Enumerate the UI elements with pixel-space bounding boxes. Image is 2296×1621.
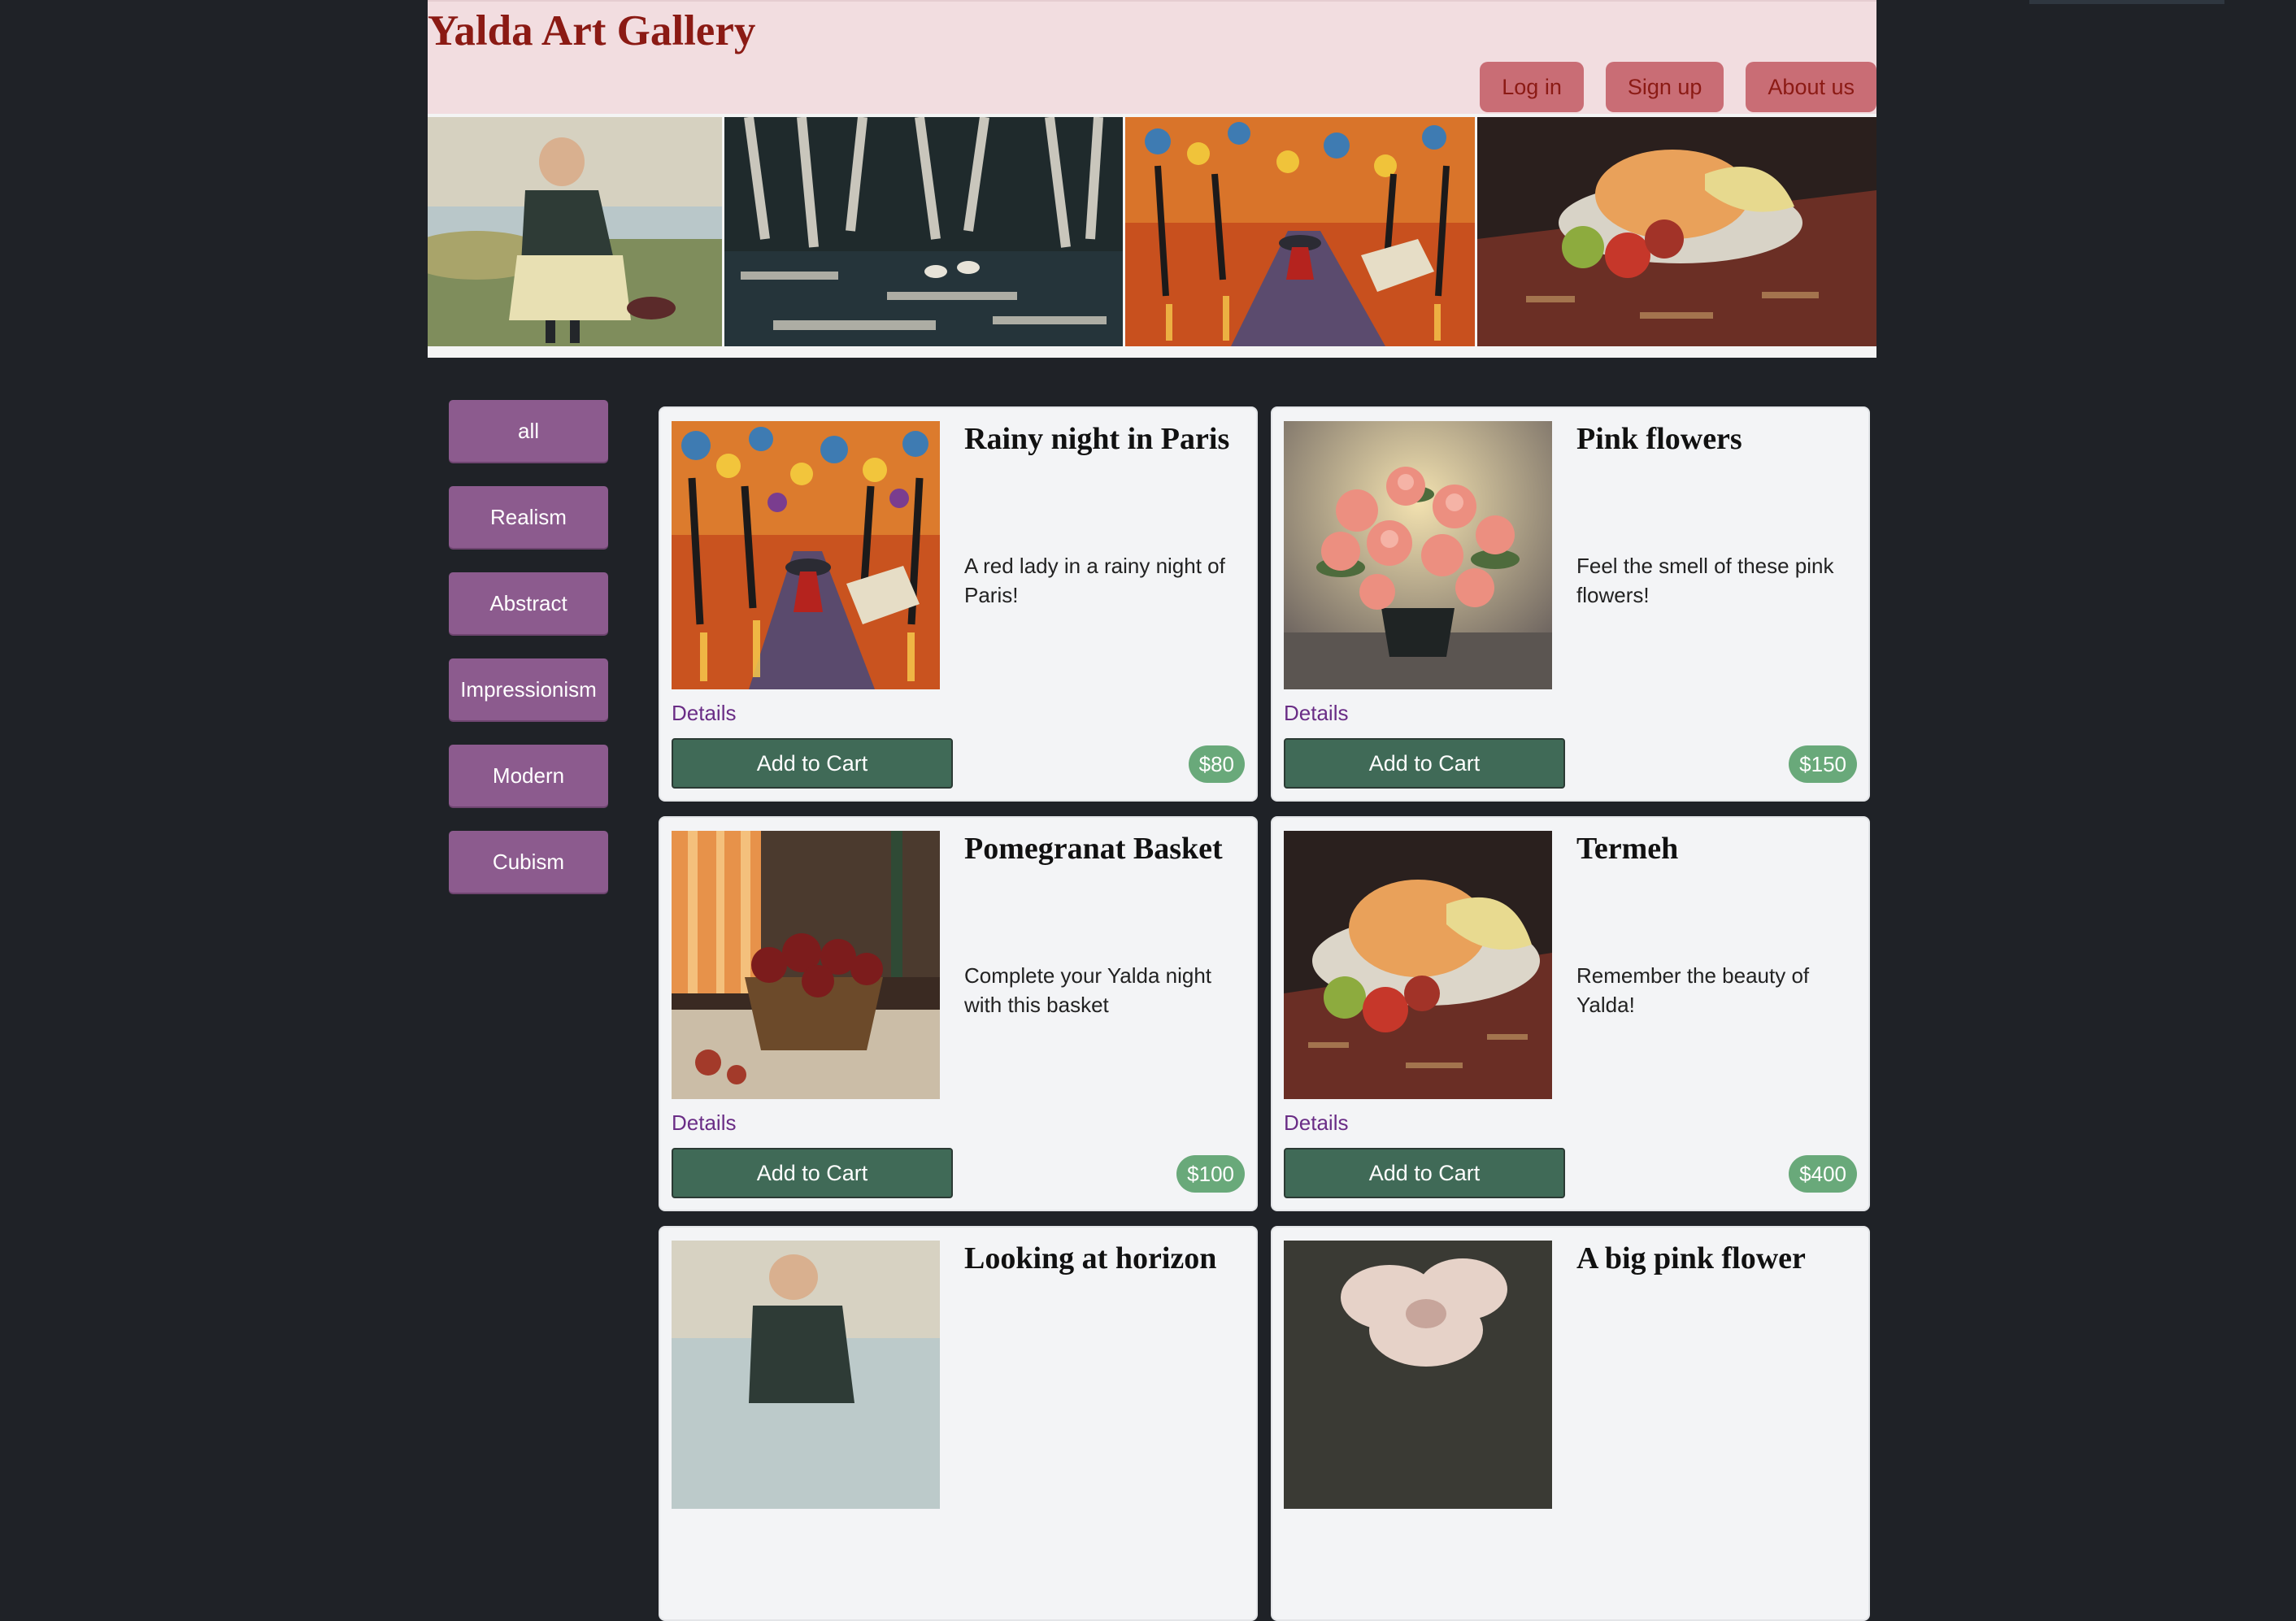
site-header: Yalda Art Gallery Log in Sign up About u… — [428, 0, 1876, 114]
browser-top-strip — [2029, 0, 2224, 4]
banner-strip — [428, 117, 1876, 346]
details-link[interactable]: Details — [1284, 1110, 1348, 1136]
signup-button[interactable]: Sign up — [1605, 62, 1724, 112]
product-title: A big pink flower — [1576, 1241, 1806, 1276]
details-link[interactable]: Details — [1284, 701, 1348, 726]
category-realism-button[interactable]: Realism — [449, 486, 608, 548]
product-description: Complete your Yalda night with this bask… — [964, 963, 1212, 1017]
page: Yalda Art Gallery Log in Sign up About u… — [428, 0, 1876, 1621]
woman-painting-image[interactable] — [672, 1241, 940, 1509]
category-sidebar: all Realism Abstract Impressionism Moder… — [449, 400, 608, 893]
category-cubism-button[interactable]: Cubism — [449, 831, 608, 893]
product-description: Remember the beauty of Yalda! — [1576, 963, 1810, 1017]
melon-still-life-painting-image — [1477, 117, 1876, 346]
add-to-cart-button[interactable]: Add to Cart — [672, 738, 953, 789]
product-card: Looking at horizon — [659, 1226, 1258, 1621]
price-badge: $150 — [1789, 745, 1857, 783]
product-grid: Rainy night in Paris A red lady in a rai… — [659, 406, 1870, 1621]
big-pink-flower-painting-image[interactable] — [1284, 1241, 1552, 1509]
details-link[interactable]: Details — [672, 701, 736, 726]
category-abstract-button[interactable]: Abstract — [449, 572, 608, 634]
melon-still-life-painting-image[interactable] — [1284, 831, 1552, 1099]
product-title: Pink flowers — [1576, 422, 1742, 456]
rainy-street-painting-image[interactable] — [672, 421, 940, 689]
product-card: A big pink flower — [1271, 1226, 1870, 1621]
product-card: Pomegranat Basket Complete your Yalda ni… — [659, 816, 1258, 1211]
category-impressionism-button[interactable]: Impressionism — [449, 658, 608, 720]
details-link[interactable]: Details — [672, 1110, 736, 1136]
product-card: Rainy night in Paris A red lady in a rai… — [659, 406, 1258, 802]
add-to-cart-button[interactable]: Add to Cart — [672, 1148, 953, 1198]
birch-swans-painting-image — [724, 117, 1123, 346]
category-all-button[interactable]: all — [449, 400, 608, 462]
product-description: A red lady in a rainy night of Paris! — [964, 554, 1225, 607]
header-nav: Log in Sign up About us — [1480, 62, 1876, 112]
product-title: Rainy night in Paris — [964, 422, 1230, 456]
product-title: Looking at horizon — [964, 1241, 1217, 1276]
category-modern-button[interactable]: Modern — [449, 745, 608, 806]
product-description: Feel the smell of these pink flowers! — [1576, 554, 1834, 607]
price-badge: $100 — [1176, 1155, 1245, 1193]
pink-roses-painting-image[interactable] — [1284, 421, 1552, 689]
add-to-cart-button[interactable]: Add to Cart — [1284, 1148, 1565, 1198]
product-title: Pomegranat Basket — [964, 832, 1223, 866]
rainy-street-painting-image — [1125, 117, 1475, 346]
banner — [428, 114, 1876, 358]
woman-painting-image — [428, 117, 722, 346]
price-badge: $80 — [1188, 745, 1245, 783]
about-us-button[interactable]: About us — [1746, 62, 1876, 112]
product-card: Pink flowers Feel the smell of these pin… — [1271, 406, 1870, 802]
site-title: Yalda Art Gallery — [428, 7, 756, 54]
login-button[interactable]: Log in — [1480, 62, 1584, 112]
product-title: Termeh — [1576, 832, 1679, 866]
product-card: Termeh Remember the beauty of Yalda! Det… — [1271, 816, 1870, 1211]
price-badge: $400 — [1789, 1155, 1857, 1193]
pomegranate-basket-painting-image[interactable] — [672, 831, 940, 1099]
add-to-cart-button[interactable]: Add to Cart — [1284, 738, 1565, 789]
